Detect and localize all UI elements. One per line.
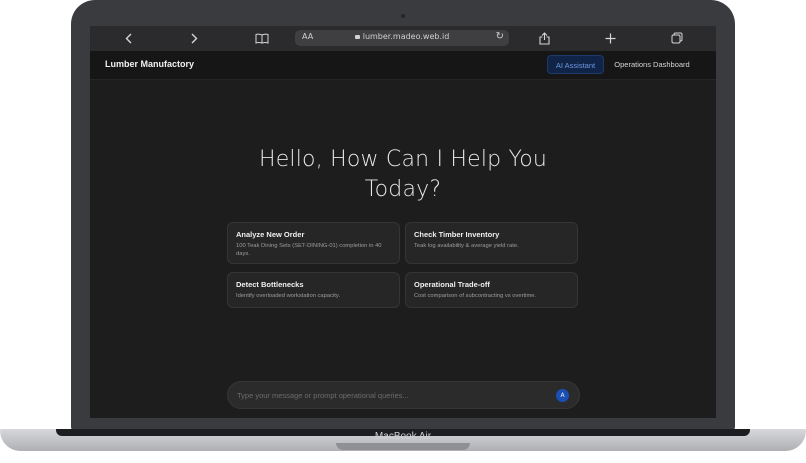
screen: AA lumber.madeo.web.id ↻ Lumber Manufact… — [90, 26, 716, 418]
brand-title: Lumber Manufactory — [105, 59, 195, 69]
url-text: lumber.madeo.web.id — [295, 32, 509, 41]
url-value: lumber.madeo.web.id — [362, 32, 450, 41]
tabs-icon[interactable] — [670, 30, 684, 46]
tab-ai-assistant[interactable]: AI Assistant — [547, 55, 604, 74]
camera-icon — [401, 14, 405, 18]
page-title-line-2: Today? — [364, 177, 442, 202]
suggestion-card-check-inventory[interactable]: Check Timber Inventory Teak log availabi… — [405, 222, 578, 264]
address-bar[interactable]: AA lumber.madeo.web.id ↻ — [295, 30, 509, 46]
page-title: Hello, How Can I Help You Today? — [90, 145, 716, 205]
share-icon[interactable] — [537, 30, 551, 46]
card-title: Check Timber Inventory — [414, 230, 500, 239]
prompt-bar: A — [227, 381, 580, 409]
app-header: Lumber Manufactory AI Assistant Operatio… — [90, 51, 716, 80]
tab-operations-dashboard[interactable]: Operations Dashboard — [607, 55, 697, 74]
send-button[interactable]: A — [556, 389, 569, 402]
card-title: Operational Trade-off — [414, 280, 490, 289]
card-description: Teak log availability & average yield ra… — [414, 243, 519, 249]
card-description: Identify overloaded workstation capacity… — [236, 293, 340, 299]
lock-icon — [354, 35, 360, 39]
laptop-notch — [336, 443, 470, 450]
card-title: Analyze New Order — [236, 230, 305, 239]
chevron-right-icon[interactable] — [188, 30, 200, 46]
book-icon[interactable] — [254, 30, 270, 46]
browser-toolbar: AA lumber.madeo.web.id ↻ — [90, 26, 716, 51]
reload-icon[interactable]: ↻ — [496, 31, 504, 42]
suggestion-card-analyze-order[interactable]: Analyze New Order 100 Teak Dining Sets (… — [227, 222, 400, 264]
chevron-left-icon[interactable] — [122, 30, 134, 46]
page-title-line-1: Hello, How Can I Help You — [258, 147, 548, 172]
card-description: Cost comparison of subcontracting vs ove… — [414, 293, 537, 299]
prompt-input[interactable] — [237, 389, 537, 401]
suggestion-card-operational-tradeoff[interactable]: Operational Trade-off Cost comparison of… — [405, 272, 578, 308]
device-label: MacBook Air — [374, 431, 432, 442]
suggestion-card-detect-bottlenecks[interactable]: Detect Bottlenecks Identify overloaded w… — [227, 272, 400, 308]
plus-icon[interactable] — [604, 30, 617, 46]
card-description: 100 Teak Dining Sets (SET-DINING-01) com… — [236, 243, 382, 257]
card-title: Detect Bottlenecks — [236, 280, 304, 289]
